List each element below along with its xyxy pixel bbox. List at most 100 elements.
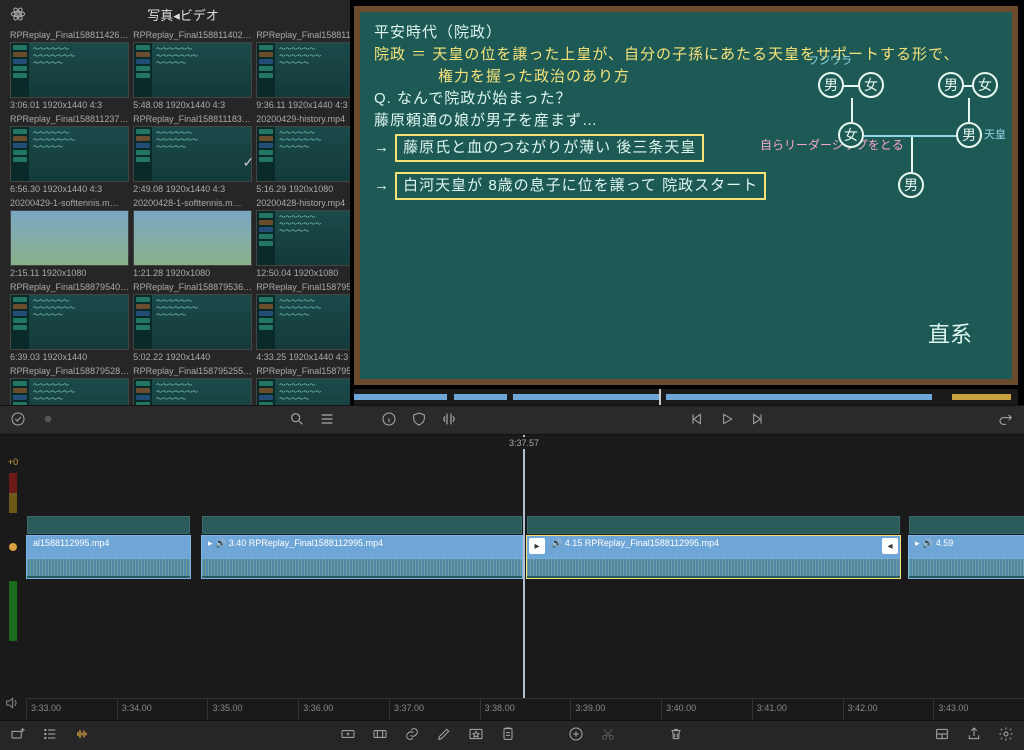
clip-title: RPReplay_Final158795253… xyxy=(256,366,350,378)
clip-card[interactable]: RPReplay_Final158811426…～～～～～～～～～～～～～～～～… xyxy=(10,30,129,110)
clip-meta: 5:02.22 1920x1440 xyxy=(133,350,252,362)
clip-title: RPReplay_Final158879540… xyxy=(10,282,129,294)
clip-thumbnail[interactable]: ～～～～～～～～～～～～～～～～～～ xyxy=(10,294,129,350)
tracks-icon[interactable] xyxy=(42,726,58,745)
clip-card[interactable]: RPReplay_Final158879540…～～～～～～～～～～～～～～～～… xyxy=(10,282,129,362)
link-icon[interactable] xyxy=(404,726,420,745)
trim-icon[interactable] xyxy=(441,411,457,430)
clip-thumbnail[interactable]: ～～～～～～～～～～～～～～～～～～ xyxy=(10,42,129,98)
timeline[interactable]: +0 3:37.57 al1588112995.mp4 ▸ 🔊 3.40 RPR… xyxy=(0,435,1024,720)
edit-icon[interactable] xyxy=(436,726,452,745)
audio-meter xyxy=(9,473,17,641)
clip-meta: 6:39.03 1920x1440 xyxy=(10,350,129,362)
clip-thumbnail[interactable]: ～～～～～～～～～～～～～～～～～～ xyxy=(10,126,129,182)
clip-title: RPReplay_Final158811237… xyxy=(10,114,129,126)
skip-forward-icon[interactable] xyxy=(749,411,765,430)
clip-title: RPReplay_Final158811237… xyxy=(256,30,350,42)
add-icon[interactable] xyxy=(568,726,584,745)
clip-thumbnail[interactable]: ～～～～～～～～～～～～～～～～～～ xyxy=(256,126,350,182)
clip-card[interactable]: RPReplay_Final158879536…～～～～～～～～～～～～～～～～… xyxy=(133,282,252,362)
media-browser: 写真◂ビデオ RPReplay_Final158811426…～～～～～～～～～… xyxy=(0,0,350,405)
clip-title: RPReplay_Final158811402… xyxy=(133,30,252,42)
clip-title: 20200429-1-softtennis.m… xyxy=(10,198,129,210)
clip-card[interactable]: 20200428-history.mp4～～～～～～～～～～～～～～～～～～12… xyxy=(256,198,350,278)
clip-thumbnail[interactable]: ～～～～～～～～～～～～～～～～～～ xyxy=(133,294,252,350)
used-check-icon: ✓ xyxy=(242,154,254,171)
volume-icon[interactable] xyxy=(4,695,20,714)
clip-thumbnail[interactable]: ～～～～～～～～～～～～～～～～～～ xyxy=(256,210,350,266)
clip-thumbnail[interactable]: ～～～～～～～～～～～～～～～～～～ xyxy=(256,294,350,350)
clip-title: 20200428-1-softtennis.m… xyxy=(133,198,252,210)
clip-meta: 1:21.28 1920x1080 xyxy=(133,266,252,278)
family-tree-diagram: 男 女 男 女 女 男 男 天皇 xyxy=(808,72,998,252)
timeline-clip[interactable]: ▸ 🔊 4.59 xyxy=(908,535,1024,579)
layout-icon[interactable] xyxy=(934,726,950,745)
media-browser-title[interactable]: 写真◂ビデオ xyxy=(26,5,340,24)
clip-meta: 12:50.04 1920x1080 xyxy=(256,266,350,278)
skip-back-icon[interactable] xyxy=(689,411,705,430)
clip-card[interactable]: 20200429-history.mp4～～～～～～～～～～～～～～～～～～5:… xyxy=(256,114,350,194)
clip-thumbnail[interactable]: ～～～～～～～～～～～～～～～～～～ xyxy=(133,42,252,98)
clip-meta: 2:49.08 1920x1440 4:3 xyxy=(133,182,252,194)
clip-thumbnail[interactable]: ～～～～～～～～～～～～～～～～～～ xyxy=(133,378,252,405)
record-icon[interactable] xyxy=(40,411,56,430)
clip-thumbnail[interactable] xyxy=(133,210,252,266)
clip-thumbnail[interactable]: ～～～～～～～～～～～～～～～～～～ xyxy=(256,42,350,98)
favorite-icon[interactable] xyxy=(468,726,484,745)
clip-title: RPReplay_Final158879528… xyxy=(10,366,129,378)
clip-meta: 4:33.25 1920x1440 4:3 xyxy=(256,350,350,362)
clip-title: RPReplay_Final158811183… xyxy=(133,114,252,126)
clip-thumbnail[interactable]: ～～～～～～～～～～～～～～～～～～ xyxy=(10,378,129,405)
waveform-icon[interactable] xyxy=(74,726,90,745)
clip-card[interactable]: RPReplay_Final158811237…～～～～～～～～～～～～～～～～… xyxy=(256,30,350,110)
clip-card[interactable]: RPReplay_Final158811402…～～～～～～～～～～～～～～～～… xyxy=(133,30,252,110)
clip-title: 20200428-history.mp4 xyxy=(256,198,350,210)
shield-icon[interactable] xyxy=(411,411,427,430)
clip-meta: 6:56.30 1920x1440 4:3 xyxy=(10,182,129,194)
insert-clip-icon[interactable] xyxy=(340,726,356,745)
search-icon[interactable] xyxy=(289,411,305,430)
video-track[interactable]: al1588112995.mp4 ▸ 🔊 3.40 RPReplay_Final… xyxy=(26,535,1024,579)
clip-meta: 3:06.01 1920x1440 4:3 xyxy=(10,98,129,110)
clip-card[interactable]: RPReplay_Final158879528…～～～～～～～～～～～～～～～～… xyxy=(10,366,129,405)
clip-card[interactable]: RPReplay_Final158795333…～～～～～～～～～～～～～～～～… xyxy=(256,282,350,362)
clip-card[interactable]: RPReplay_Final158795253…～～～～～～～～～～～～～～～～… xyxy=(256,366,350,405)
play-icon[interactable] xyxy=(719,411,735,430)
share-icon[interactable] xyxy=(966,726,982,745)
clip-card[interactable]: 20200428-1-softtennis.m… 1:21.28 1920x108… xyxy=(133,198,252,278)
clip-thumbnail[interactable]: ～～～～～～～～～～～～～～～～～～ xyxy=(256,378,350,405)
preview-video[interactable]: 平安時代（院政） 院政 ＝ 天皇の位を譲った上皇が、自分の子孫にあたる天皇をサポ… xyxy=(354,6,1018,385)
timeline-clip[interactable]: ▸ 🔊 3.40 RPReplay_Final1588112995.mp4 xyxy=(201,535,523,579)
clipboard-icon[interactable] xyxy=(500,726,516,745)
clip-title: RPReplay_Final158811426… xyxy=(10,30,129,42)
redo-icon[interactable] xyxy=(998,411,1014,430)
add-track-icon[interactable] xyxy=(10,726,26,745)
clip-title: RPReplay_Final158879536… xyxy=(133,282,252,294)
clip-thumbnail[interactable] xyxy=(10,210,129,266)
preview-scrubber[interactable] xyxy=(354,389,1018,405)
clip-card[interactable]: 20200429-1-softtennis.m… 2:15.11 1920x108… xyxy=(10,198,129,278)
timeline-clip-selected[interactable]: ▸ 🔊 4.15 RPReplay_Final1588112995.mp4 ◂ xyxy=(526,535,901,579)
clip-thumbnail[interactable]: ～～～～～～～～～～～～～～～～～～ xyxy=(133,126,252,182)
clip-card[interactable]: RPReplay_Final158811183…～～～～～～～～～～～～～～～～… xyxy=(133,114,252,194)
source-icon[interactable] xyxy=(10,6,26,22)
clip-card[interactable]: RPReplay_Final158795255…～～～～～～～～～～～～～～～～… xyxy=(133,366,252,405)
timeline-ruler[interactable]: 3:33.003:34.003:35.003:36.003:37.003:38.… xyxy=(26,698,1024,720)
approve-circle-icon[interactable] xyxy=(10,411,26,430)
clip-meta: 5:16.29 1920x1080 xyxy=(256,182,350,194)
settings-icon[interactable] xyxy=(998,726,1014,745)
cut-icon xyxy=(600,726,616,745)
clip-meta: 2:15.11 1920x1080 xyxy=(10,266,129,278)
clip-title: RPReplay_Final158795255… xyxy=(133,366,252,378)
mid-toolbar xyxy=(0,405,1024,435)
chalk-title: 平安時代（院政） xyxy=(374,22,998,44)
clip-meta: 9:36.11 1920x1440 4:3 xyxy=(256,98,350,110)
timeline-clip[interactable]: al1588112995.mp4 xyxy=(26,535,191,579)
clip-meta: 5:48.08 1920x1440 4:3 xyxy=(133,98,252,110)
overwrite-clip-icon[interactable] xyxy=(372,726,388,745)
preview-panel: 平安時代（院政） 院政 ＝ 天皇の位を譲った上皇が、自分の子孫にあたる天皇をサポ… xyxy=(350,0,1024,405)
list-view-icon[interactable] xyxy=(319,411,335,430)
clip-card[interactable]: RPReplay_Final158811237…～～～～～～～～～～～～～～～～… xyxy=(10,114,129,194)
trash-icon[interactable] xyxy=(668,726,684,745)
info-icon[interactable] xyxy=(381,411,397,430)
